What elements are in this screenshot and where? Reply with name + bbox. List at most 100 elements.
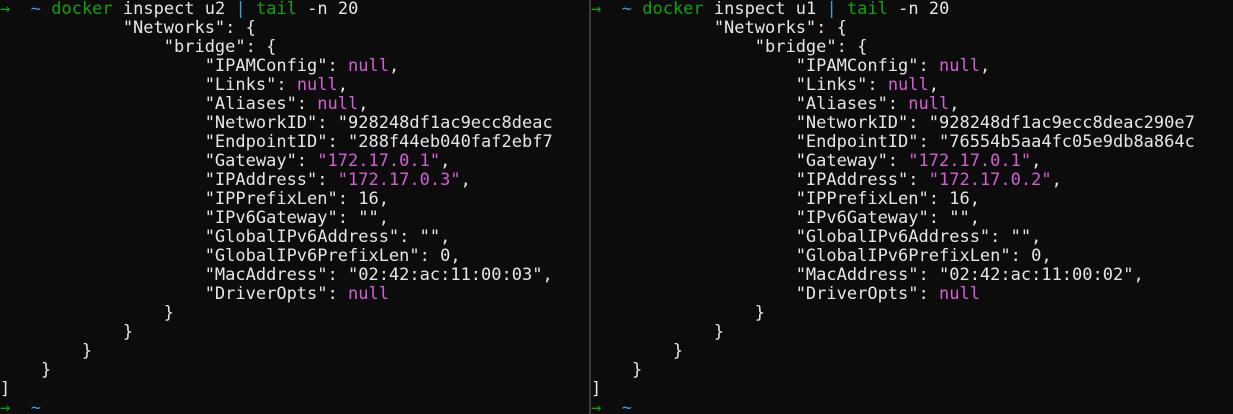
output-text: "GlobalIPv6Address": "", — [591, 227, 1042, 247]
output-text: "NetworkID": "928248df1ac9ecc8deac — [0, 113, 553, 133]
output-line: "MacAddress": "02:42:ac:11:00:03", — [0, 266, 589, 285]
output-text: "MacAddress": "02:42:ac:11:00:02", — [591, 265, 1144, 285]
output-text: "Gateway": — [0, 151, 318, 171]
output-line: ] — [591, 380, 1233, 399]
output-line: "IPAddress": "172.17.0.3", — [0, 171, 589, 190]
ip-value: "172.17.0.2" — [928, 170, 1052, 190]
output-line: } — [0, 323, 589, 342]
output-line: "IPv6Gateway": "", — [0, 209, 589, 228]
comma: , — [440, 151, 451, 171]
output-text: "IPv6Gateway": "", — [0, 208, 389, 228]
output-text: } — [591, 360, 643, 380]
null-value: null — [939, 284, 980, 304]
command-pipe: | — [235, 0, 246, 19]
output-line: "GlobalIPv6PrefixLen": 0, — [0, 247, 589, 266]
output-text: "DriverOpts": — [591, 284, 939, 304]
output-line: "Aliases": null, — [591, 95, 1233, 114]
cwd-tilde: ~ — [30, 0, 41, 19]
prompt-line[interactable]: → ~ — [0, 399, 589, 414]
ip-value: "172.17.0.3" — [337, 170, 461, 190]
output-text: ] — [0, 379, 11, 399]
terminal-output-right: → ~ docker inspect u1 | tail -n 20 "Netw… — [591, 0, 1233, 414]
output-line: "bridge": { — [0, 38, 589, 57]
terminal-pane-left[interactable]: → ~ docker inspect u2 | tail -n 20 "Netw… — [0, 0, 589, 414]
output-text: "Gateway": — [591, 151, 909, 171]
output-line: "Gateway": "172.17.0.1", — [591, 152, 1233, 171]
command-docker: docker — [51, 0, 113, 19]
output-text: "Networks": { — [591, 18, 847, 38]
comma: , — [1031, 151, 1042, 171]
null-value: null — [939, 56, 980, 76]
output-text: } — [591, 322, 725, 342]
output-line: "Aliases": null, — [0, 95, 589, 114]
output-text: } — [0, 341, 93, 361]
comma: , — [1051, 170, 1062, 190]
output-text: } — [0, 322, 134, 342]
output-text: "MacAddress": "02:42:ac:11:00:03", — [0, 265, 553, 285]
cwd-tilde: ~ — [621, 398, 632, 414]
command-tail: tail — [245, 0, 297, 19]
null-value: null — [887, 75, 929, 95]
command-args: inspect u1 — [703, 0, 827, 19]
output-line: } — [0, 361, 589, 380]
output-line: "DriverOpts": null — [591, 285, 1233, 304]
output-text: } — [0, 303, 174, 323]
comma: , — [979, 56, 991, 76]
output-line: } — [591, 323, 1233, 342]
output-line: "IPPrefixLen": 16, — [591, 190, 1233, 209]
null-value: null — [348, 284, 389, 304]
comma: , — [949, 94, 960, 114]
output-text: "IPAddress": — [0, 170, 338, 190]
ip-value: "172.17.0.1" — [317, 151, 441, 171]
prompt-arrow-icon: → — [591, 398, 602, 414]
output-line: "IPAddress": "172.17.0.2", — [591, 171, 1233, 190]
output-line: "DriverOpts": null — [0, 285, 589, 304]
comma: , — [928, 75, 940, 95]
output-text: "IPAddress": — [591, 170, 929, 190]
output-line: "EndpointID": "288f44eb040faf2ebf7 — [0, 133, 589, 152]
command-docker: docker — [642, 0, 704, 19]
output-line: "IPAMConfig": null, — [591, 57, 1233, 76]
output-line: "Links": null, — [591, 76, 1233, 95]
terminal-output-left: → ~ docker inspect u2 | tail -n 20 "Netw… — [0, 0, 589, 414]
output-text: "Aliases": — [0, 94, 318, 114]
null-value: null — [348, 56, 389, 76]
command-pipe: | — [826, 0, 837, 19]
null-value: null — [296, 75, 338, 95]
output-line: "Networks": { — [591, 19, 1233, 38]
output-text: "bridge": { — [0, 37, 277, 57]
output-text: "DriverOpts": — [0, 284, 348, 304]
output-text: "EndpointID": "76554b5aa4fc05e9db8a864c — [591, 132, 1195, 152]
output-text: ] — [591, 379, 602, 399]
output-line: "MacAddress": "02:42:ac:11:00:02", — [591, 266, 1233, 285]
comma: , — [337, 75, 349, 95]
output-text: "Networks": { — [0, 18, 256, 38]
output-text: "Aliases": — [591, 94, 909, 114]
output-line: "IPPrefixLen": 16, — [0, 190, 589, 209]
prompt-arrow-icon: → — [0, 398, 11, 414]
prompt-arrow-icon: → — [0, 0, 11, 19]
output-line: "IPAMConfig": null, — [0, 57, 589, 76]
output-text: "NetworkID": "928248df1ac9ecc8deac290e7 — [591, 113, 1195, 133]
output-text: } — [591, 341, 684, 361]
output-line: "GlobalIPv6Address": "", — [591, 228, 1233, 247]
command-tail-args: -n 20 — [296, 0, 359, 19]
output-line: } — [0, 304, 589, 323]
cwd-tilde: ~ — [621, 0, 632, 19]
output-line: "Gateway": "172.17.0.1", — [0, 152, 589, 171]
command-line: → ~ docker inspect u1 | tail -n 20 — [591, 0, 1233, 19]
output-line: "GlobalIPv6PrefixLen": 0, — [591, 247, 1233, 266]
output-text: } — [0, 360, 52, 380]
cwd-tilde: ~ — [30, 398, 41, 414]
output-text: "IPAMConfig": — [591, 56, 939, 76]
output-text: "IPPrefixLen": 16, — [0, 189, 389, 209]
output-line: "NetworkID": "928248df1ac9ecc8deac290e7 — [591, 114, 1233, 133]
command-tail-args: -n 20 — [887, 0, 950, 19]
comma: , — [358, 94, 369, 114]
terminal-pane-right[interactable]: → ~ docker inspect u1 | tail -n 20 "Netw… — [591, 0, 1233, 414]
output-text: "Links": — [591, 75, 888, 95]
prompt-line[interactable]: → ~ — [591, 399, 1233, 414]
null-value: null — [908, 94, 950, 114]
output-line: } — [591, 361, 1233, 380]
output-text: "bridge": { — [591, 37, 868, 57]
